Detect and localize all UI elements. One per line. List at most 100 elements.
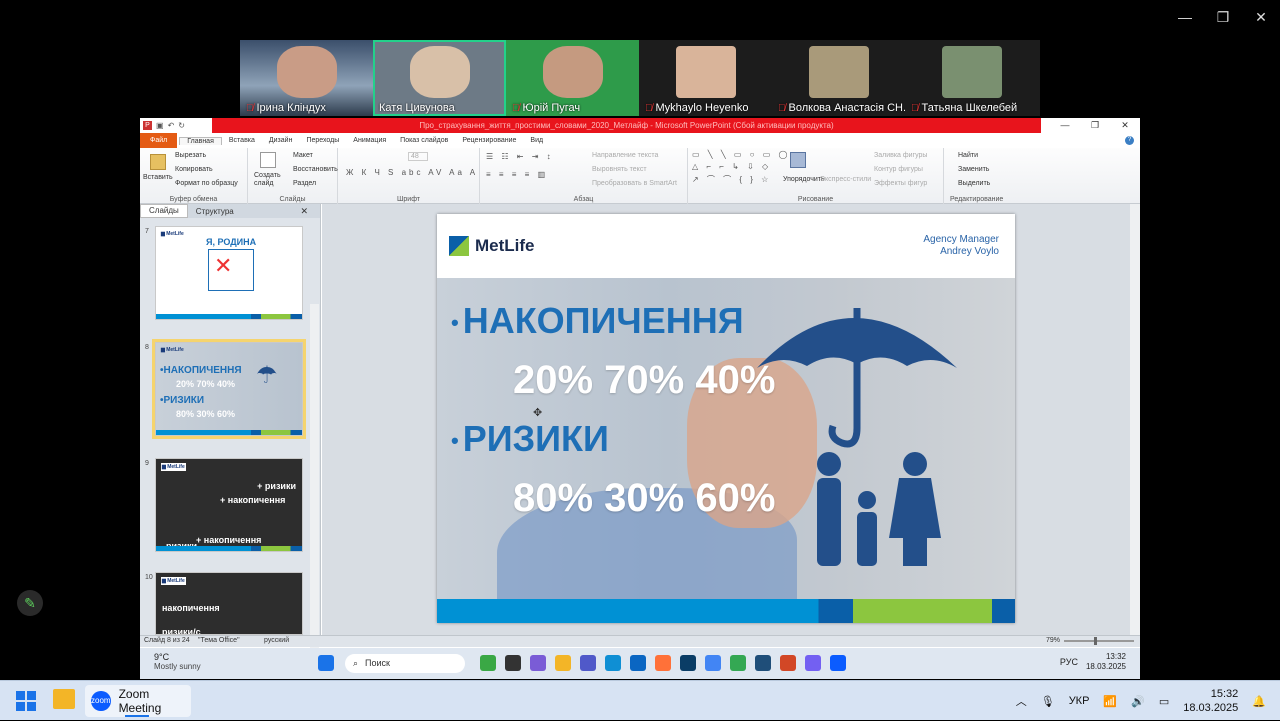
participant-tile-active[interactable]: Катя Цивунова xyxy=(373,40,506,116)
new-slide-icon[interactable] xyxy=(260,152,276,168)
teams-icon[interactable] xyxy=(580,655,596,671)
participant-tile[interactable]: 🎙̸ Волкова Анастасія СН... xyxy=(772,40,905,116)
format-painter-button[interactable]: Формат по образцу xyxy=(175,180,238,187)
tab-slides[interactable]: Слайды xyxy=(140,204,188,218)
text-direction-button[interactable]: Направление текста xyxy=(592,152,658,159)
weather-widget[interactable]: 9°C Mostly sunny xyxy=(154,652,201,672)
section-button[interactable]: Раздел xyxy=(293,180,316,187)
help-icon[interactable]: ? xyxy=(1125,136,1134,145)
edge-icon[interactable] xyxy=(605,655,621,671)
shapes-gallery-row2[interactable]: △ ⌐ ⌐ ↳ ⇩ ◇ xyxy=(692,162,771,171)
tab-insert[interactable]: Вставка xyxy=(222,137,262,144)
slide-scrollbar[interactable] xyxy=(1130,204,1140,635)
language-indicator[interactable]: РУС xyxy=(1060,657,1078,667)
clock[interactable]: 15:32 18.03.2025 xyxy=(1183,687,1238,715)
replace-button[interactable]: Заменить xyxy=(958,166,989,173)
chrome-icon[interactable] xyxy=(730,655,746,671)
participant-tile[interactable]: 🎙̸ Юрій Пугач xyxy=(506,40,639,116)
undo-icon[interactable]: ↶ xyxy=(168,121,175,130)
viber-icon[interactable] xyxy=(805,655,821,671)
app-icon[interactable] xyxy=(530,655,546,671)
smartart-button[interactable]: Преобразовать в SmartArt xyxy=(592,180,677,187)
microphone-icon[interactable]: 🎙 xyxy=(1041,695,1055,708)
file-explorer-icon[interactable] xyxy=(53,689,75,709)
close-button[interactable]: ✕ xyxy=(1242,6,1280,28)
participant-tile[interactable]: 🎙̸ Татьяна Шкелебей xyxy=(905,40,1038,116)
battery-icon[interactable]: ▭ xyxy=(1159,695,1169,708)
align-icons[interactable]: ≡ ≡ ≡ ≡ ▥ xyxy=(486,170,548,179)
store-icon[interactable] xyxy=(630,655,646,671)
app-icon[interactable] xyxy=(755,655,771,671)
list-icons[interactable]: ☰ ☷ ⇤ ⇥ ↕ xyxy=(486,152,554,161)
arrange-icon[interactable] xyxy=(790,152,806,168)
zoom-meeting-taskbar-button[interactable]: zoom Zoom Meeting xyxy=(85,685,191,717)
powerpoint-icon[interactable] xyxy=(780,655,796,671)
notification-bell-icon[interactable]: 🔔 xyxy=(1252,695,1266,708)
new-slide-button[interactable]: Создать слайд xyxy=(254,172,284,188)
tab-outline[interactable]: Структура xyxy=(188,207,242,216)
slide-thumb-7[interactable]: ▆ MetLife Я, РОДИНА ✕ xyxy=(155,226,303,320)
select-button[interactable]: Выделить xyxy=(958,180,990,187)
language-indicator[interactable]: УКР xyxy=(1069,695,1090,707)
zoom-icon[interactable] xyxy=(830,655,846,671)
ppt-close-button[interactable]: ✕ xyxy=(1110,118,1140,133)
volume-icon[interactable]: 🔊 xyxy=(1131,695,1145,708)
wifi-icon[interactable]: 📶 xyxy=(1103,695,1117,708)
slide-thumb-9[interactable]: ▆ MetLife + ризики + накопичення + накоп… xyxy=(155,458,303,552)
close-pane-icon[interactable]: ✕ xyxy=(292,206,316,217)
paste-button[interactable]: Вставить xyxy=(143,174,173,181)
slides-pane-scrollbar[interactable] xyxy=(310,304,319,679)
ppt-minimize-button[interactable]: — xyxy=(1050,118,1080,133)
tab-review[interactable]: Рецензирование xyxy=(455,137,523,144)
font-size-select[interactable]: 48 xyxy=(408,152,428,161)
tab-transitions[interactable]: Переходы xyxy=(299,137,346,144)
find-button[interactable]: Найти xyxy=(958,152,978,159)
app-icon[interactable] xyxy=(480,655,496,671)
slide-thumb-10[interactable]: ▆ MetLife накопичення ризики/с xyxy=(155,572,303,635)
tab-file[interactable]: Файл xyxy=(140,133,178,148)
shapes-gallery[interactable]: ▭ ╲ ╲ ▭ ○ ▭ ◯ xyxy=(692,150,790,159)
chrome-icon[interactable] xyxy=(705,655,721,671)
tab-view[interactable]: Вид xyxy=(523,137,550,144)
font-style-icons[interactable]: Ж К Ч S abc AV Aa A xyxy=(346,168,478,177)
firefox-icon[interactable] xyxy=(655,655,671,671)
participant-tile[interactable]: 🎙̸ Mykhaylo Heyenko xyxy=(639,40,772,116)
minimize-button[interactable]: — xyxy=(1166,6,1204,28)
reset-button[interactable]: Восстановить xyxy=(293,166,338,173)
language-indicator[interactable]: русский xyxy=(264,637,289,644)
zoom-control[interactable]: 79% xyxy=(1046,636,1134,645)
annotate-pen-icon[interactable]: ✎ xyxy=(17,590,43,616)
align-text-button[interactable]: Выровнять текст xyxy=(592,166,647,173)
participant-tile[interactable]: 🎙̸ Ірина Кліндух xyxy=(240,40,373,116)
shape-outline-button[interactable]: Контур фигуры xyxy=(874,166,923,173)
cut-button[interactable]: Вырезать xyxy=(175,152,206,159)
shapes-gallery-row3[interactable]: ↗ ⌒ ⌒ { } ☆ xyxy=(692,174,771,185)
layout-button[interactable]: Макет xyxy=(293,152,313,159)
windows-start-icon[interactable] xyxy=(16,691,36,711)
tab-animation[interactable]: Анимация xyxy=(346,137,393,144)
chevron-up-icon[interactable]: ︿ xyxy=(1016,693,1027,709)
save-icon[interactable]: ▣ xyxy=(156,121,164,130)
folder-icon[interactable] xyxy=(555,655,571,671)
restore-button[interactable]: ❐ xyxy=(1204,6,1242,28)
redo-icon[interactable]: ↻ xyxy=(178,121,185,130)
zoom-slider[interactable] xyxy=(1064,636,1134,645)
remote-clock[interactable]: 13:32 18.03.2025 xyxy=(1086,652,1126,672)
app-icon[interactable] xyxy=(505,655,521,671)
ppt-restore-button[interactable]: ❐ xyxy=(1080,118,1110,133)
search-icon: ⌕ xyxy=(353,658,359,668)
current-slide[interactable]: MetLife Agency Manager Andrey Voylo • НАКО… xyxy=(437,214,1015,623)
paste-icon[interactable] xyxy=(150,154,166,170)
tab-design[interactable]: Дизайн xyxy=(262,137,300,144)
slide-thumb-8-selected[interactable]: ▆ MetLife •НАКОПИЧЕННЯ 20% 70% 40% •РИЗИ… xyxy=(152,339,306,439)
tab-home[interactable]: Главная xyxy=(179,136,222,145)
arrange-button[interactable]: Упорядочить xyxy=(783,176,825,183)
remote-start-icon[interactable] xyxy=(318,655,334,671)
tab-slideshow[interactable]: Показ слайдов xyxy=(393,137,455,144)
copy-button[interactable]: Копировать xyxy=(175,166,213,173)
quick-styles-button[interactable]: Экспресс-стили xyxy=(820,176,871,183)
shape-effects-button[interactable]: Эффекты фигур xyxy=(874,180,927,187)
remote-search-box[interactable]: ⌕ Поиск xyxy=(345,654,465,673)
app-icon[interactable] xyxy=(680,655,696,671)
shape-fill-button[interactable]: Заливка фигуры xyxy=(874,152,927,159)
